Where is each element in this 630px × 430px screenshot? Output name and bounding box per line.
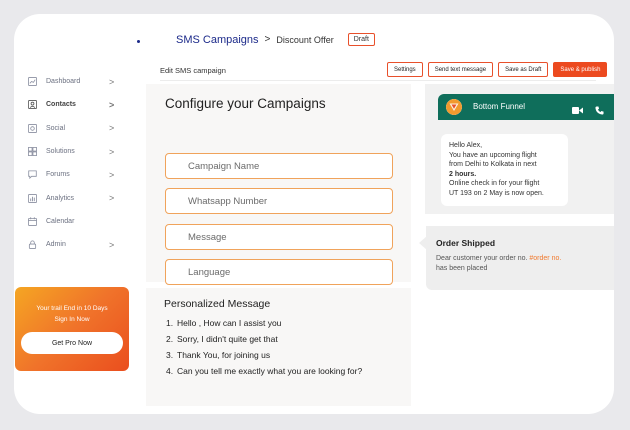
breadcrumb-separator: > [264,34,271,45]
chat-message-bubble: Hello Alex, You have an upcoming flight … [441,134,568,206]
divider [160,80,596,81]
campaign-name-field[interactable]: Campaign Name [165,153,393,179]
sidebar-item-label: Solutions [46,148,75,156]
list-item[interactable]: 2. Sorry, I didn't quite get that [166,334,376,346]
list-item[interactable]: 4. Can you tell me exactly what you are … [166,366,376,378]
sidebar-item-social[interactable]: Social > [14,117,126,140]
language-field[interactable]: Language [165,259,393,285]
chevron-right-icon: > [109,193,115,204]
configure-title: Configure your Campaigns [165,96,326,111]
breadcrumb: SMS Campaigns > Discount Offer Draft [176,33,375,46]
logo-dot [137,40,140,43]
sidebar: Dashboard > Contacts > Social > Solution… [14,70,126,256]
chat-contact-name: Bottom Funnel [473,102,526,111]
sidebar-item-label: Contacts [46,101,76,109]
calendar-icon [28,217,37,226]
chevron-right-icon: > [109,146,115,157]
sidebar-item-analytics[interactable]: Analytics > [14,186,126,209]
video-call-icon[interactable] [572,102,583,120]
sidebar-item-label: Social [46,124,66,132]
app-window: SMS Campaigns > Discount Offer Draft Edi… [14,14,614,414]
phone-icon[interactable] [595,102,604,120]
sidebar-item-label: Calendar [46,217,75,225]
sidebar-item-label: Admin [46,241,66,249]
send-test-message-button[interactable]: Send text message [427,62,494,77]
personalized-message-panel: Personalized Message 1. Hello , How can … [146,288,411,406]
get-pro-button[interactable]: Get Pro Now [21,332,123,354]
promo-trial-text: Your trail End in 10 Days [36,305,108,312]
settings-button[interactable]: Settings [387,62,423,77]
sidebar-item-label: Analytics [46,194,75,202]
chevron-right-icon: > [109,239,115,250]
chevron-right-icon: > [109,123,115,134]
notification-title: Order Shipped [436,238,496,248]
list-item[interactable]: 3. Thank You, for joining us [166,350,376,362]
sidebar-item-calendar[interactable]: Calendar [14,210,126,233]
whatsapp-number-field[interactable]: Whatsapp Number [165,188,393,214]
sidebar-item-solutions[interactable]: Solutions > [14,140,126,163]
message-field[interactable]: Message [165,224,393,250]
notification-body: Dear customer your order no. #order no. … [436,255,562,272]
lock-icon [28,240,37,250]
avatar [446,99,462,115]
chevron-right-icon: > [109,76,115,87]
personalized-title: Personalized Message [164,298,271,310]
social-icon [28,123,37,133]
chevron-right-icon: > [109,169,115,180]
personalized-list: 1. Hello , How can I assist you 2. Sorry… [166,318,376,382]
sidebar-item-contacts[interactable]: Contacts > [14,93,126,116]
sidebar-item-admin[interactable]: Admin > [14,233,126,256]
breadcrumb-discount-offer: Discount Offer [276,34,334,45]
chat-header: Bottom Funnel [438,94,614,120]
save-draft-button[interactable]: Save as Draft [498,62,549,77]
promo-signin-text: Sign In Now [54,316,90,323]
analytics-icon [28,193,37,203]
sidebar-item-forums[interactable]: Forums > [14,163,126,186]
chevron-right-icon: > [109,99,115,110]
save-publish-button[interactable]: Save & publish [553,62,608,77]
order-shipped-notification: Order Shipped Dear customer your order n… [426,226,614,290]
contacts-icon [28,100,37,110]
solutions-icon [28,147,37,156]
breadcrumb-sms-campaigns[interactable]: SMS Campaigns [176,34,259,46]
configure-campaigns-panel: Configure your Campaigns Campaign Name W… [146,84,411,285]
sidebar-item-label: Dashboard [46,78,81,86]
list-item[interactable]: 1. Hello , How can I assist you [166,318,376,330]
sidebar-item-label: Forums [46,171,70,179]
status-badge: Draft [347,33,375,46]
order-number-tag: #order no. [529,255,562,262]
page-title: Edit SMS campaign [160,66,226,75]
chat-preview: Bottom Funnel Hello Alex, You have an up… [425,84,614,214]
upgrade-promo-card: Your trail End in 10 Days Sign In Now Ge… [15,287,129,371]
chart-icon [28,77,37,87]
forums-icon [28,170,37,180]
toolbar: Settings Send text message Save as Draft… [387,62,608,77]
sidebar-item-dashboard[interactable]: Dashboard > [14,70,126,93]
